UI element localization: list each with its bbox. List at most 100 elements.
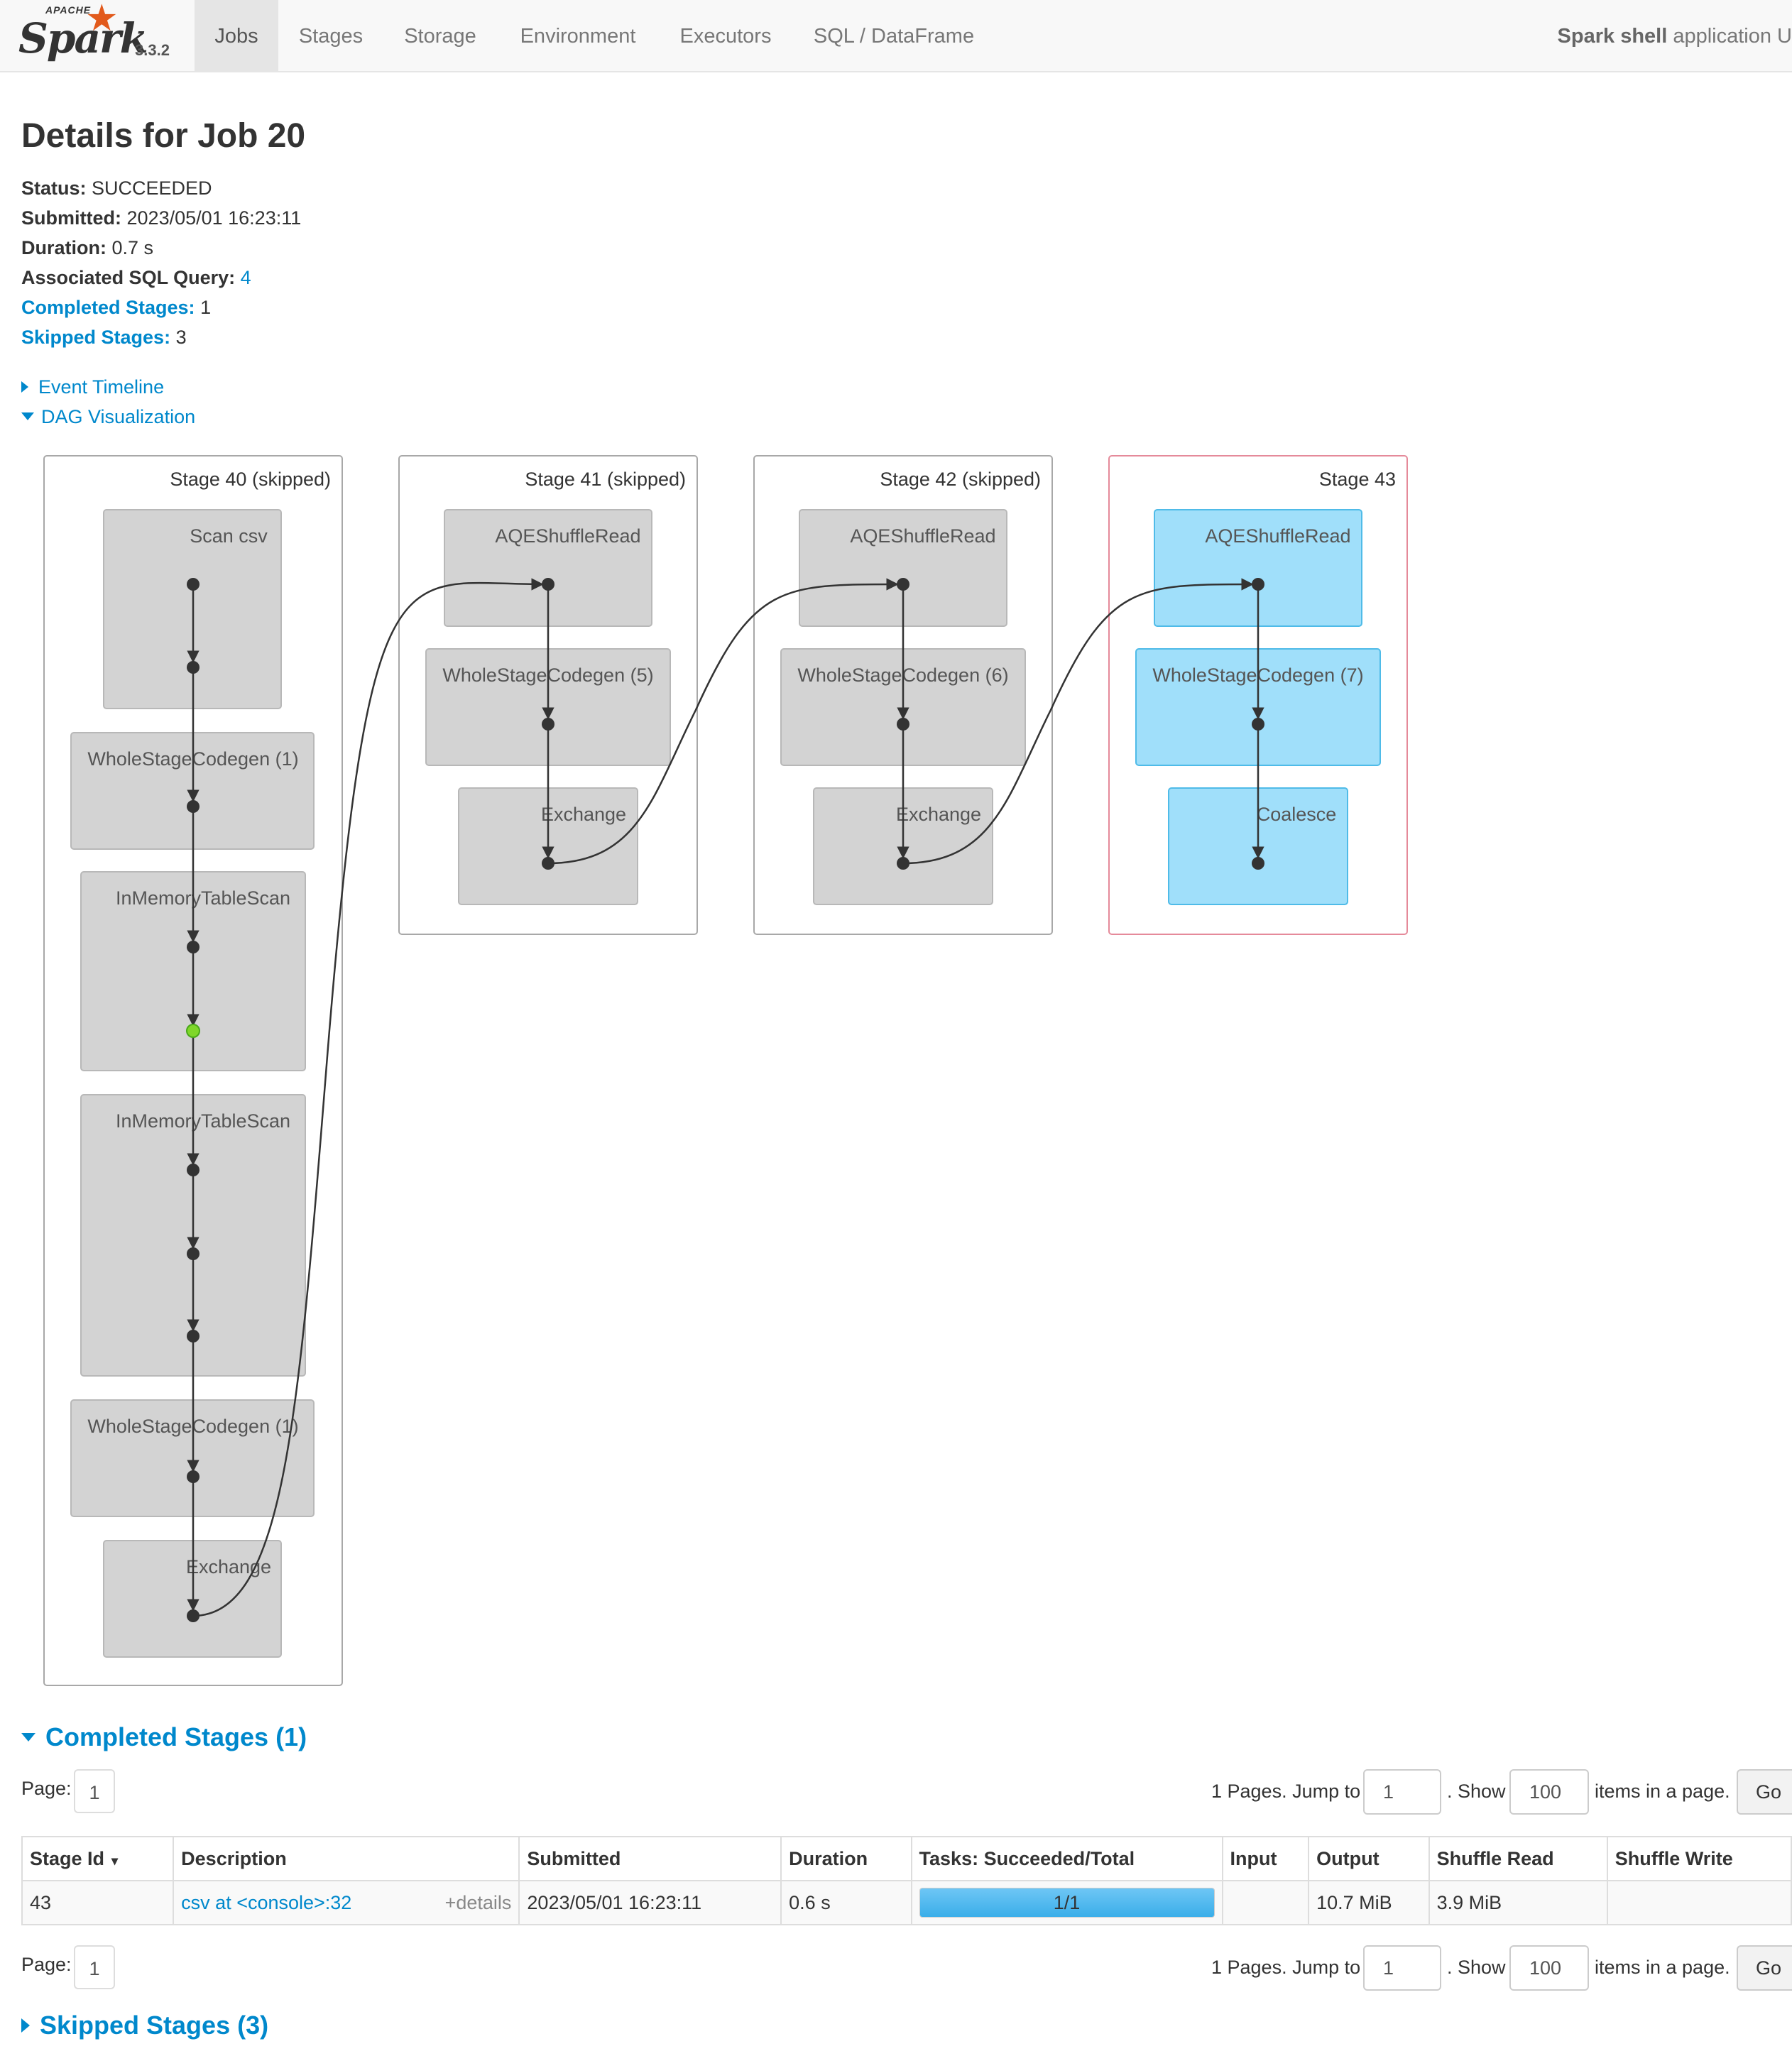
dag-node-label: AQEShuffleRead	[1205, 525, 1350, 547]
stage-label-1: Stage 41 (skipped)	[525, 469, 686, 490]
cell-output: 10.7 MiB	[1308, 1880, 1430, 1925]
tab-stages[interactable]: Stages	[287, 0, 375, 71]
col-tasks[interactable]: Tasks: Succeeded/Total	[910, 1836, 1223, 1881]
items-text-bottom: items in a page.	[1595, 1957, 1730, 1978]
table-row: 43 csv at <console>:32 +details 2023/05/0…	[21, 1880, 1792, 1925]
dag-visualization-toggle[interactable]: DAG Visualization	[21, 406, 195, 428]
caret-down-icon	[21, 1733, 35, 1741]
sql-query-line: Associated SQL Query: 4	[21, 267, 251, 289]
cell-shuffle-write	[1606, 1880, 1792, 1925]
sort-desc-icon: ▾	[111, 1853, 119, 1868]
stage-label-3: Stage 43	[1319, 469, 1396, 490]
completed-stages-header[interactable]: Completed Stages (1)	[21, 1722, 307, 1752]
spark-version: 3.3.2	[135, 41, 170, 59]
page-label-bottom: Page:	[21, 1954, 72, 1975]
cell-description: csv at <console>:32 +details	[173, 1880, 520, 1925]
skipped-stages-line: Skipped Stages: 3	[21, 327, 187, 349]
sql-query-link[interactable]: 4	[241, 267, 251, 288]
completed-stages-title: Completed Stages (1)	[45, 1722, 307, 1751]
page-size-input-bottom[interactable]: 100	[1509, 1945, 1589, 1991]
rdd-dot	[187, 1470, 200, 1483]
app-name: Spark shell application U	[1558, 0, 1792, 71]
cached-rdd-dot	[186, 1024, 200, 1038]
tab-storage[interactable]: Storage	[389, 0, 491, 71]
dag-node-label: Coalesce	[1257, 804, 1337, 825]
status-value: SUCCEEDED	[92, 177, 212, 199]
rdd-dot	[187, 800, 200, 813]
spark-logo[interactable]: APACHE ★ Spark 3.3.2	[18, 0, 182, 68]
rdd-dot	[187, 1330, 200, 1343]
completed-stages-table: Stage Id ▾ Description Submitted Duration…	[21, 1836, 1792, 1925]
page-number-top[interactable]: 1	[74, 1769, 115, 1813]
rdd-dot	[897, 718, 909, 731]
completed-stages-link[interactable]: Completed Stages:	[21, 297, 195, 318]
page-number-bottom[interactable]: 1	[74, 1945, 115, 1989]
rdd-dot	[542, 578, 554, 591]
rdd-dot	[1252, 718, 1264, 731]
col-shuffle-read[interactable]: Shuffle Read	[1428, 1836, 1608, 1881]
skipped-stages-title: Skipped Stages (3)	[40, 2011, 269, 2040]
tab-environment[interactable]: Environment	[506, 0, 650, 71]
dag-node-label: Exchange	[896, 804, 981, 825]
page-size-input-top[interactable]: 100	[1509, 1769, 1589, 1815]
status-line: Status: SUCCEEDED	[21, 177, 212, 199]
tab-sql-dataframe[interactable]: SQL / DataFrame	[805, 0, 983, 71]
dag-node-label: AQEShuffleRead	[495, 525, 640, 547]
tab-jobs[interactable]: Jobs	[195, 0, 278, 71]
cell-tasks: 1/1	[910, 1880, 1223, 1925]
show-text-top: . Show	[1447, 1781, 1506, 1802]
event-timeline-label: Event Timeline	[38, 376, 165, 398]
rdd-dot	[187, 1247, 200, 1260]
brand-name: Spark	[18, 14, 148, 62]
go-button-bottom[interactable]: Go	[1737, 1945, 1792, 1991]
pages-text-top: 1 Pages. Jump to	[1211, 1781, 1361, 1802]
skipped-stages-link[interactable]: Skipped Stages:	[21, 327, 170, 348]
app-name-rest: application U	[1667, 25, 1792, 48]
col-output[interactable]: Output	[1308, 1836, 1430, 1881]
rdd-dot	[187, 661, 200, 674]
table-header-row: Stage Id ▾ Description Submitted Duration…	[21, 1836, 1792, 1881]
dag-node-label: Scan csv	[190, 525, 268, 547]
jump-to-input-top[interactable]: 1	[1363, 1769, 1441, 1815]
col-submitted[interactable]: Submitted	[518, 1836, 782, 1881]
submitted-value: 2023/05/01 16:23:11	[126, 207, 302, 229]
completed-stages-line: Completed Stages: 1	[21, 297, 211, 319]
cell-duration: 0.6 s	[780, 1880, 912, 1925]
caret-down-icon	[21, 412, 34, 420]
cell-input	[1221, 1880, 1310, 1925]
rdd-dot	[897, 578, 909, 591]
page-title: Details for Job 20	[21, 117, 306, 155]
col-description[interactable]: Description	[173, 1836, 520, 1881]
rdd-dot	[897, 857, 909, 870]
tab-executors[interactable]: Executors	[669, 0, 782, 71]
col-input[interactable]: Input	[1221, 1836, 1310, 1881]
dag-node-label: AQEShuffleRead	[850, 525, 995, 547]
go-button-top[interactable]: Go	[1737, 1769, 1792, 1815]
status-label: Status:	[21, 177, 87, 199]
dag-node-label: InMemoryTableScan	[116, 887, 290, 909]
col-shuffle-write[interactable]: Shuffle Write	[1606, 1836, 1792, 1881]
rdd-dot	[542, 718, 554, 731]
event-timeline-toggle[interactable]: Event Timeline	[21, 376, 164, 398]
stage-description-link[interactable]: csv at <console>:32	[181, 1892, 351, 1913]
stage-label-0: Stage 40 (skipped)	[170, 469, 331, 490]
duration-line: Duration: 0.7 s	[21, 237, 153, 259]
caret-right-icon	[21, 2018, 30, 2033]
skipped-stages-header[interactable]: Skipped Stages (3)	[21, 2011, 268, 2040]
rdd-dot	[187, 1164, 200, 1176]
items-text-top: items in a page.	[1595, 1781, 1730, 1802]
col-duration[interactable]: Duration	[780, 1836, 912, 1881]
details-toggle[interactable]: +details	[445, 1892, 512, 1914]
navbar: APACHE ★ Spark 3.3.2 Jobs Stages Storage…	[0, 0, 1792, 72]
rdd-dot	[187, 1609, 200, 1622]
rdd-dot	[1252, 857, 1264, 870]
show-text-bottom: . Show	[1447, 1957, 1506, 1978]
jump-to-input-bottom[interactable]: 1	[1363, 1945, 1441, 1991]
col-stage-id[interactable]: Stage Id ▾	[21, 1836, 175, 1881]
dag-visualization: Stage 40 (skipped)Scan csvWholeStageCode…	[43, 455, 1408, 1686]
duration-value: 0.7 s	[111, 237, 154, 258]
app-name-bold: Spark shell	[1557, 25, 1668, 48]
caret-right-icon	[21, 381, 28, 393]
tasks-progress-bar: 1/1	[919, 1888, 1215, 1918]
stage-label-2: Stage 42 (skipped)	[880, 469, 1041, 490]
